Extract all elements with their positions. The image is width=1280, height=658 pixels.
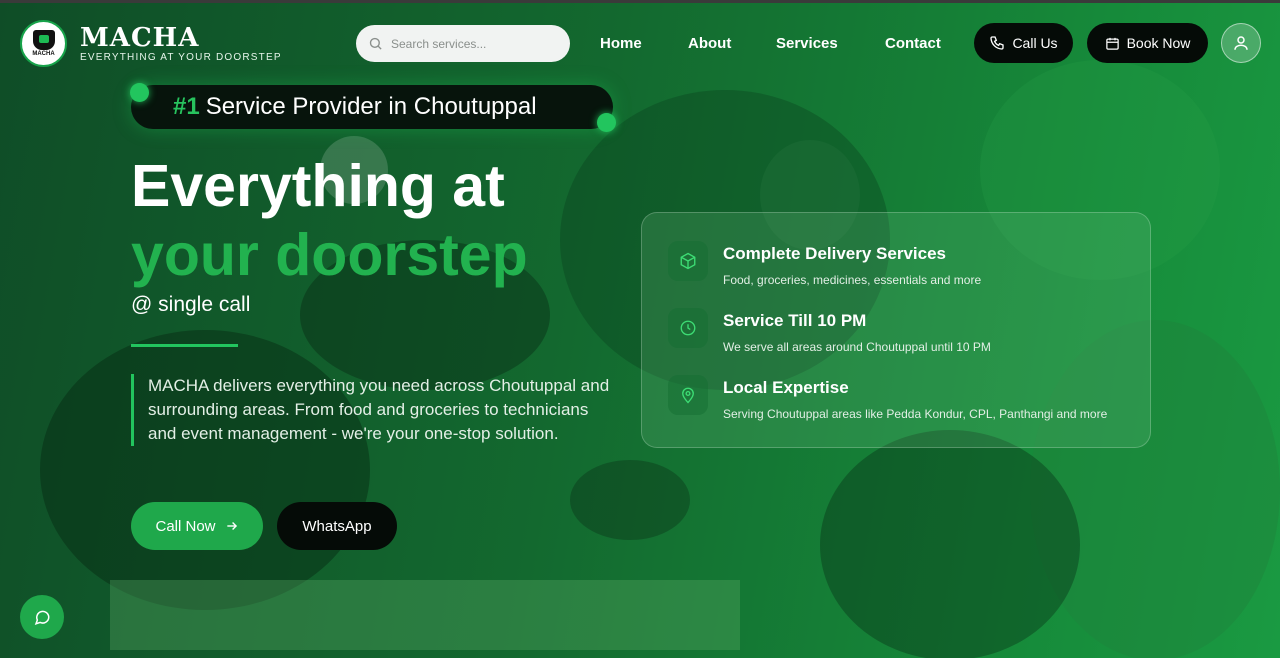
nav-home[interactable]: Home bbox=[600, 35, 642, 52]
chat-button[interactable] bbox=[20, 595, 64, 639]
feature-description: Serving Choutuppal areas like Pedda Kond… bbox=[723, 407, 1108, 421]
nav-services[interactable]: Services bbox=[776, 35, 838, 52]
user-account-button[interactable] bbox=[1221, 23, 1261, 63]
box-icon bbox=[668, 241, 708, 281]
search-input[interactable] bbox=[391, 36, 561, 51]
browser-top-strip bbox=[0, 0, 1280, 3]
feature-title: Complete Delivery Services bbox=[723, 244, 947, 263]
search-icon bbox=[369, 37, 382, 50]
arrow-right-icon bbox=[226, 522, 237, 530]
feature-description: Food, groceries, medicines, essentials a… bbox=[723, 273, 982, 287]
features-card: Complete Delivery Services Food, groceri… bbox=[641, 212, 1151, 448]
divider bbox=[131, 344, 238, 347]
book-now-label: Book Now bbox=[1126, 35, 1191, 51]
whatsapp-button[interactable]: WhatsApp bbox=[277, 502, 397, 550]
map-pin-icon bbox=[668, 375, 708, 415]
search-bar[interactable] bbox=[356, 25, 570, 62]
hero-subtitle: @ single call bbox=[131, 293, 251, 316]
clock-icon bbox=[668, 308, 708, 348]
rank-badge: #1 Service Provider in Choutuppal bbox=[131, 85, 613, 129]
feature-item: Complete Delivery Services Food, groceri… bbox=[668, 241, 981, 287]
nav-about[interactable]: About bbox=[688, 35, 731, 52]
call-now-button[interactable]: Call Now bbox=[131, 502, 263, 550]
decorative-dot bbox=[597, 113, 616, 132]
user-icon bbox=[1234, 36, 1248, 50]
decorative-dot bbox=[130, 83, 149, 102]
chat-bubble-icon bbox=[34, 610, 50, 625]
feature-item: Local Expertise Serving Choutuppal areas… bbox=[668, 375, 1107, 421]
brand-tagline: EVERYTHING AT YOUR DOORSTEP bbox=[80, 52, 282, 63]
hero-title-line2: your doorstep bbox=[131, 222, 528, 288]
rank-badge-text: Service Provider in Choutuppal bbox=[205, 93, 537, 120]
brand-name: MACHA bbox=[80, 23, 200, 53]
call-us-button[interactable]: Call Us bbox=[974, 23, 1073, 63]
feature-title: Local Expertise bbox=[723, 378, 849, 397]
brand-logo[interactable]: MACHA MACHA EVERYTHING AT YOUR DOORSTEP bbox=[20, 20, 282, 67]
phone-icon bbox=[990, 36, 1005, 50]
calendar-icon bbox=[1105, 37, 1119, 50]
nav-contact[interactable]: Contact bbox=[885, 35, 941, 52]
feature-item: Service Till 10 PM We serve all areas ar… bbox=[668, 308, 991, 354]
logo-badge-text: MACHA bbox=[32, 51, 55, 57]
hero-description: MACHA delivers everything you need acros… bbox=[131, 374, 621, 446]
rank-number: #1 bbox=[173, 93, 200, 120]
book-now-button[interactable]: Book Now bbox=[1087, 23, 1208, 63]
whatsapp-label: WhatsApp bbox=[302, 517, 372, 535]
logo-badge-icon: MACHA bbox=[20, 20, 67, 67]
call-us-label: Call Us bbox=[1012, 35, 1058, 51]
call-now-label: Call Now bbox=[155, 517, 216, 535]
hero-title-line1: Everything at bbox=[131, 153, 505, 219]
feature-description: We serve all areas around Choutuppal unt… bbox=[723, 340, 991, 354]
feature-title: Service Till 10 PM bbox=[723, 311, 867, 330]
